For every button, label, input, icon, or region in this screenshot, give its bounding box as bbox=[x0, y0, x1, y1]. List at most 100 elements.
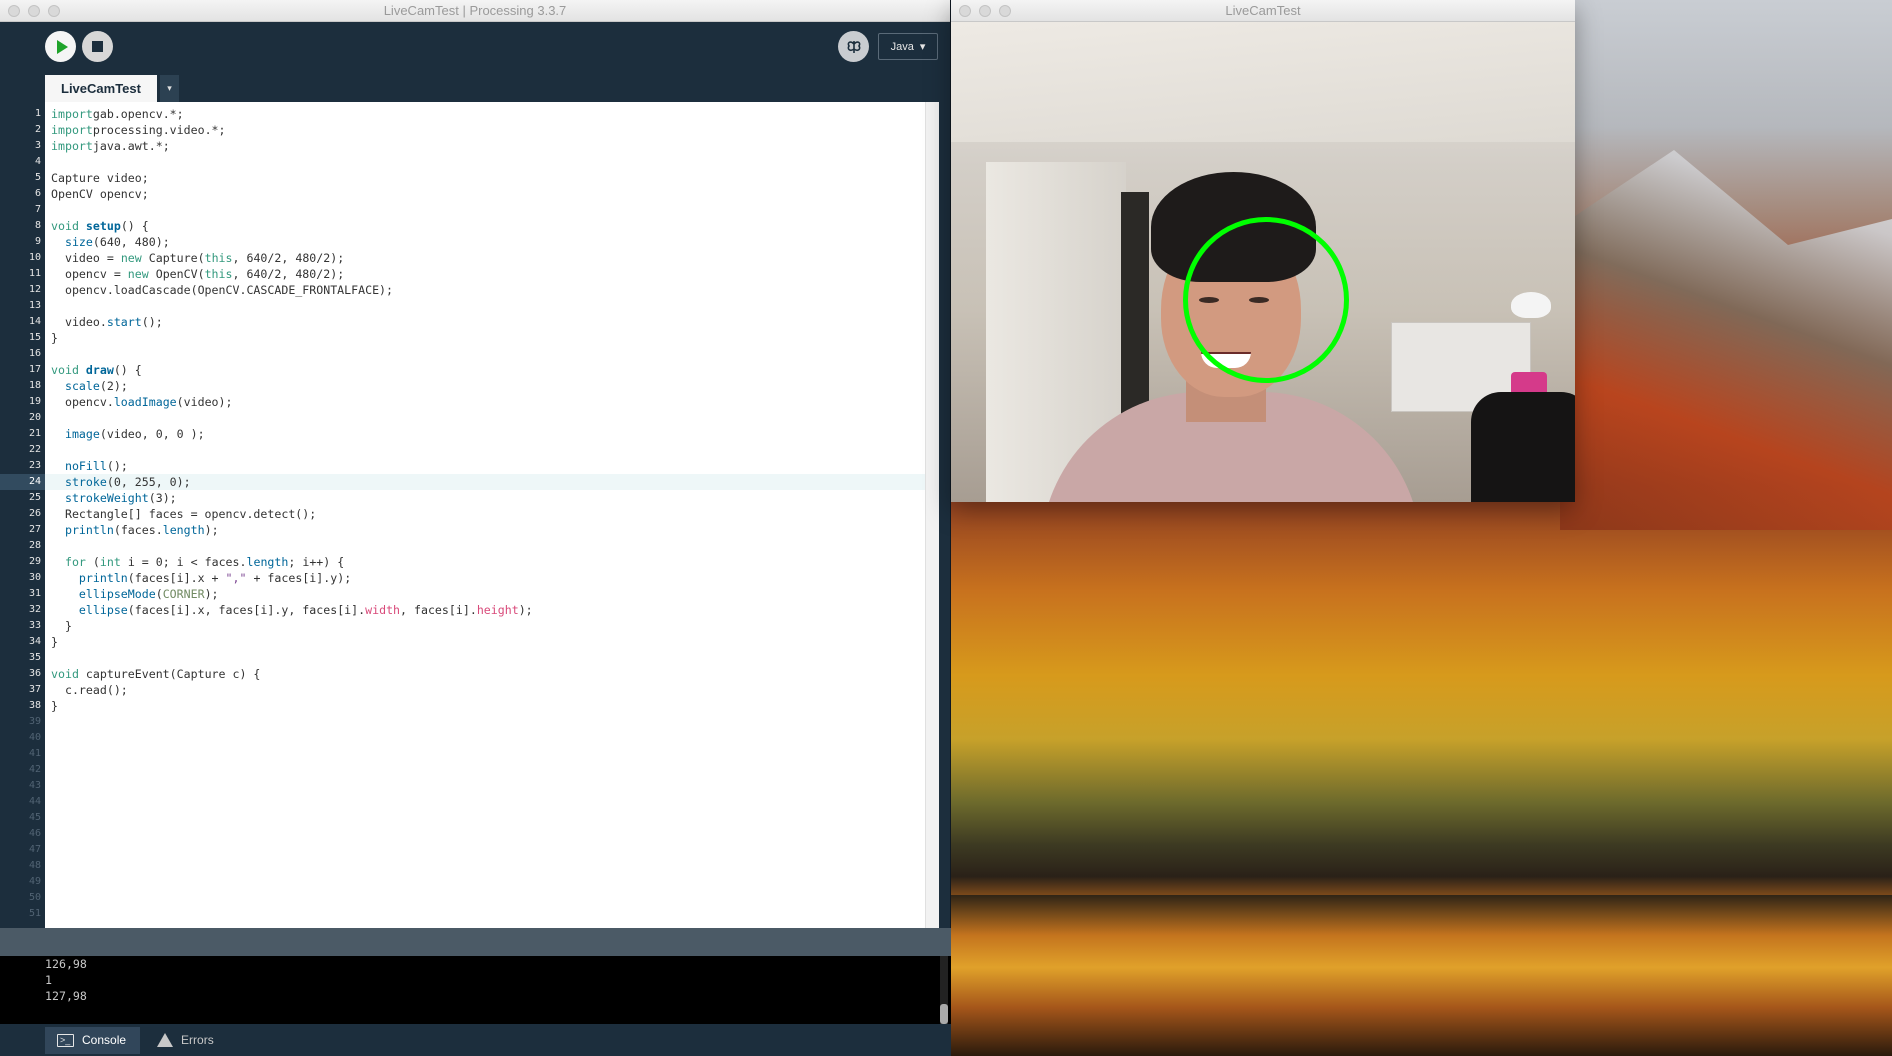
tab-errors[interactable]: Errors bbox=[145, 1027, 228, 1054]
code-line[interactable]: 37 c.read(); bbox=[0, 682, 939, 698]
tab-menu-button[interactable]: ▾ bbox=[159, 75, 179, 102]
code-line[interactable]: 34} bbox=[0, 634, 939, 650]
code-line[interactable]: 12 opencv.loadCascade(OpenCV.CASCADE_FRO… bbox=[0, 282, 939, 298]
code-line[interactable]: 5 Capture video; bbox=[0, 170, 939, 186]
code-line[interactable]: 19 opencv.loadImage(video); bbox=[0, 394, 939, 410]
code-line-empty[interactable]: 40 bbox=[0, 730, 939, 746]
code-line[interactable]: 9 size(640, 480); bbox=[0, 234, 939, 250]
run-button[interactable] bbox=[45, 31, 76, 62]
editor-scrollbar[interactable] bbox=[925, 102, 939, 928]
code-line-empty[interactable]: 50 bbox=[0, 890, 939, 906]
line-number: 20 bbox=[28, 412, 41, 423]
code-line-empty[interactable]: 42 bbox=[0, 762, 939, 778]
code-line[interactable]: 35 bbox=[0, 650, 939, 666]
zoom-window-button[interactable] bbox=[48, 5, 60, 17]
code-line[interactable]: 24 stroke(0, 255, 0); bbox=[0, 474, 939, 490]
code-line-empty[interactable]: 44 bbox=[0, 794, 939, 810]
code-line-empty[interactable]: 45 bbox=[0, 810, 939, 826]
code-line-empty[interactable]: 47 bbox=[0, 842, 939, 858]
line-number: 35 bbox=[28, 652, 41, 663]
line-number: 30 bbox=[28, 572, 41, 583]
code-text: } bbox=[51, 635, 58, 649]
code-line[interactable]: 11 opencv = new OpenCV(this, 640/2, 480/… bbox=[0, 266, 939, 282]
code-text: void setup() { bbox=[51, 219, 149, 233]
minimize-window-button[interactable] bbox=[28, 5, 40, 17]
code-line[interactable]: 13 bbox=[0, 298, 939, 314]
code-line[interactable]: 36 void captureEvent(Capture c) { bbox=[0, 666, 939, 682]
debug-button[interactable] bbox=[838, 31, 869, 62]
code-text: size(640, 480); bbox=[64, 235, 170, 249]
sketch-tabs: LiveCamTest ▾ bbox=[45, 75, 179, 102]
ide-titlebar[interactable]: LiveCamTest | Processing 3.3.7 bbox=[0, 0, 950, 22]
line-number: 14 bbox=[28, 316, 41, 327]
code-lines: 1 importgab.opencv.*; 2 importprocessing.vi… bbox=[0, 106, 939, 922]
code-text: opencv = new OpenCV(this, 640/2, 480/2); bbox=[51, 267, 345, 281]
code-text: Rectangle[] faces = opencv.detect(); bbox=[51, 507, 317, 521]
code-line[interactable]: 16 bbox=[0, 346, 939, 362]
mode-label: Java bbox=[890, 40, 914, 53]
code-line[interactable]: 33 } bbox=[0, 618, 939, 634]
code-line[interactable]: 2 importprocessing.video.*; bbox=[0, 122, 939, 138]
sketch-titlebar[interactable]: LiveCamTest bbox=[951, 0, 1575, 22]
code-text: importprocessing.video.*; bbox=[51, 123, 226, 137]
mode-selector[interactable]: Java ▾ bbox=[878, 33, 938, 60]
line-number: 13 bbox=[28, 300, 41, 311]
code-text: Capture video; bbox=[51, 171, 149, 185]
code-line[interactable]: 10 video = new Capture(this, 640/2, 480/… bbox=[0, 250, 939, 266]
code-line[interactable]: 32 ellipse(faces[i].x, faces[i].y, faces… bbox=[0, 602, 939, 618]
ide-toolbar: Java ▾ bbox=[0, 22, 950, 80]
code-line[interactable]: 31 ellipseMode(CORNER); bbox=[0, 586, 939, 602]
tab-livecamtest[interactable]: LiveCamTest bbox=[45, 75, 157, 102]
code-line[interactable]: 7 bbox=[0, 202, 939, 218]
console-line: 126,98 bbox=[45, 957, 87, 971]
debugger-butterfly-icon bbox=[847, 40, 860, 53]
code-line[interactable]: 4 bbox=[0, 154, 939, 170]
editor-console-divider[interactable] bbox=[0, 928, 951, 956]
line-number: 18 bbox=[28, 380, 41, 391]
code-line-empty[interactable]: 48 bbox=[0, 858, 939, 874]
code-line[interactable]: 8 void setup() { bbox=[0, 218, 939, 234]
code-line[interactable]: 30 println(faces[i].x + "," + faces[i].y… bbox=[0, 570, 939, 586]
code-line[interactable]: 27 println(faces.length); bbox=[0, 522, 939, 538]
close-window-button[interactable] bbox=[959, 5, 971, 17]
code-line[interactable]: 23 noFill(); bbox=[0, 458, 939, 474]
code-line-empty[interactable]: 39 bbox=[0, 714, 939, 730]
code-line[interactable]: 1 importgab.opencv.*; bbox=[0, 106, 939, 122]
tab-console[interactable]: >_ Console bbox=[45, 1026, 141, 1054]
stop-button[interactable] bbox=[82, 31, 113, 62]
line-number: 45 bbox=[28, 812, 41, 823]
code-line[interactable]: 14 video.start(); bbox=[0, 314, 939, 330]
code-line[interactable]: 29 for (int i = 0; i < faces.length; i++… bbox=[0, 554, 939, 570]
code-line-empty[interactable]: 43 bbox=[0, 778, 939, 794]
code-line[interactable]: 18 scale(2); bbox=[0, 378, 939, 394]
code-line[interactable]: 6 OpenCV opencv; bbox=[0, 186, 939, 202]
code-line-empty[interactable]: 41 bbox=[0, 746, 939, 762]
close-window-button[interactable] bbox=[8, 5, 20, 17]
code-line[interactable]: 38} bbox=[0, 698, 939, 714]
play-icon bbox=[56, 39, 68, 54]
code-line-empty[interactable]: 46 bbox=[0, 826, 939, 842]
code-text: video = new Capture(this, 640/2, 480/2); bbox=[51, 251, 345, 265]
code-line-empty[interactable]: 51 bbox=[0, 906, 939, 922]
line-number: 5 bbox=[34, 172, 41, 183]
code-line[interactable]: 3 importjava.awt.*; bbox=[0, 138, 939, 154]
line-number: 47 bbox=[28, 844, 41, 855]
minimize-window-button[interactable] bbox=[979, 5, 991, 17]
line-number: 11 bbox=[28, 268, 41, 279]
code-text: ellipseMode(CORNER); bbox=[78, 587, 219, 601]
code-line[interactable]: 25 strokeWeight(3); bbox=[0, 490, 939, 506]
line-number: 7 bbox=[34, 204, 41, 215]
code-line[interactable]: 28 bbox=[0, 538, 939, 554]
console-scrollbar[interactable] bbox=[940, 956, 948, 1024]
code-line[interactable]: 20 bbox=[0, 410, 939, 426]
code-line[interactable]: 22 bbox=[0, 442, 939, 458]
code-line[interactable]: 26 Rectangle[] faces = opencv.detect(); bbox=[0, 506, 939, 522]
line-number: 25 bbox=[28, 492, 41, 503]
zoom-window-button[interactable] bbox=[999, 5, 1011, 17]
code-line[interactable]: 15} bbox=[0, 330, 939, 346]
code-line[interactable]: 17 void draw() { bbox=[0, 362, 939, 378]
code-editor[interactable]: 1 importgab.opencv.*; 2 importprocessing.vi… bbox=[0, 102, 939, 928]
code-line-empty[interactable]: 49 bbox=[0, 874, 939, 890]
console-line: 127,98 bbox=[45, 989, 87, 1003]
code-line[interactable]: 21 image(video, 0, 0 ); bbox=[0, 426, 939, 442]
